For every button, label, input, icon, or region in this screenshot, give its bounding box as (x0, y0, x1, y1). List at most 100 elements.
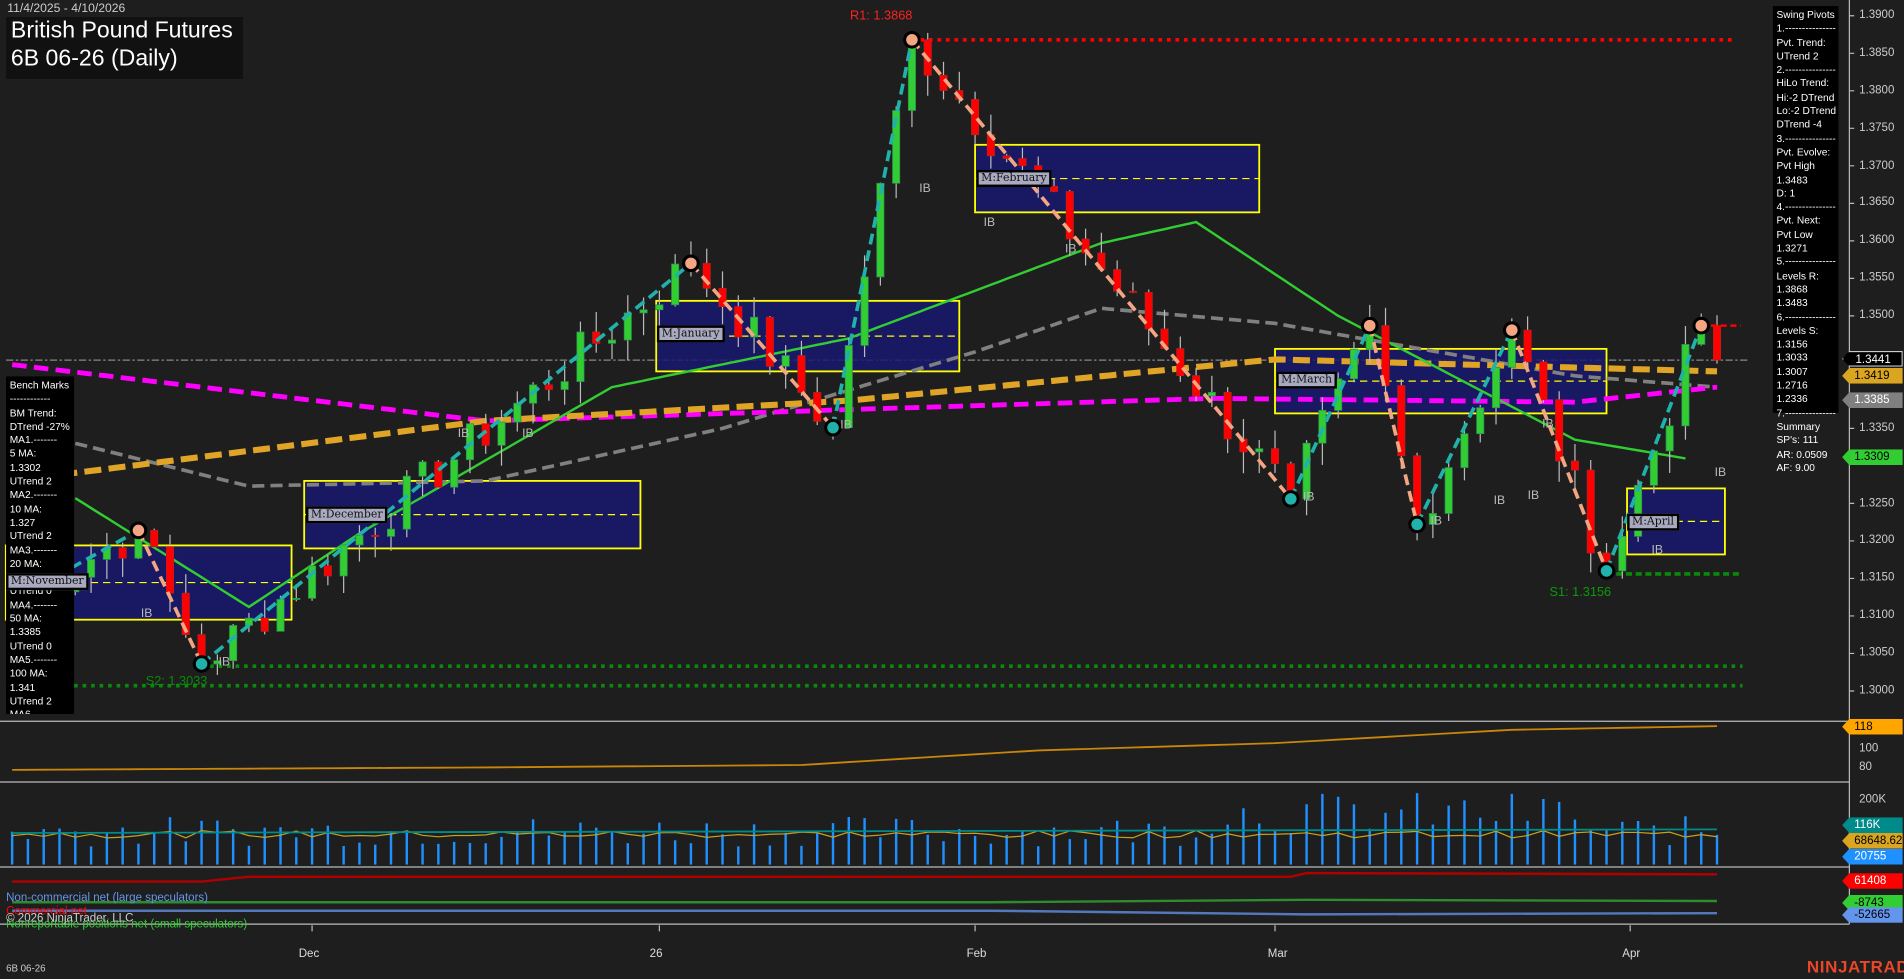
pivot-high-marker (129, 521, 148, 540)
instrument-footer: 6B 06-26 (6, 962, 46, 974)
copyright: © 2026 NinjaTrader, LLC (6, 911, 134, 926)
ind-axis-label: 80 (1859, 760, 1872, 774)
candle-up (639, 309, 648, 314)
swing_pivots-line: Levels R: (1776, 269, 1819, 282)
ib-label: IB (218, 655, 231, 670)
ib-label: IB (457, 427, 470, 441)
ib-label: IB (1493, 494, 1506, 508)
bench_marks-line: MA2.------- (9, 488, 58, 501)
pivot-high-marker (1692, 316, 1711, 335)
swing_pivots-line: 3.--------------- (1776, 131, 1836, 145)
swing_pivots-line: Pvt. Evolve: (1776, 145, 1831, 158)
ib-label: IB (919, 182, 931, 196)
swing_pivots-line: 5.--------------- (1776, 255, 1836, 268)
price-tick-label: 1.3600 (1859, 233, 1895, 247)
pivot-high-marker (682, 254, 700, 273)
bench_marks-line: UTrend 2 (9, 694, 52, 707)
price-tick-label: 1.3250 (1859, 496, 1895, 510)
bench_marks-line: MA4.------- (9, 598, 58, 611)
month-label-december: M:December (306, 506, 388, 524)
candle-up (1255, 448, 1264, 453)
candle-down (797, 355, 806, 393)
candle-up (402, 475, 411, 530)
price-chart[interactable] (0, 0, 1904, 979)
chart-subtitle: 6B 06-26 (Daily) (10, 46, 178, 72)
candle-up (876, 182, 885, 278)
last-price-badge: 1.3441 (1842, 350, 1903, 367)
swing_pivots-line: 6.--------------- (1776, 310, 1836, 323)
swing_pivots-line: 1.3868 (1776, 282, 1808, 295)
bench_marks-line: UTrend 2 (9, 474, 52, 488)
price-tick-label: 1.3700 (1859, 158, 1895, 172)
candle-down (371, 534, 380, 537)
ib-label: IB (1302, 490, 1315, 504)
bench_marks-line: UTrend 2 (9, 529, 52, 542)
bench_marks-line: 1.341 (9, 680, 36, 693)
swing_pivots-line: DTrend -4 (1776, 118, 1822, 131)
swing_pivots-line: 1.--------------- (1776, 22, 1836, 35)
swing_pivots-line: 1.2336 (1776, 392, 1808, 405)
candle-up (560, 381, 569, 390)
candle-up (513, 402, 522, 423)
candle-up (1476, 407, 1485, 435)
candle-down (1523, 329, 1532, 363)
cot-commercial-badge: 61408 (1842, 873, 1903, 889)
swing-pivots-panel: Swing Pivots 1.--------------- Pvt. Trend:… (1772, 6, 1839, 473)
bench_marks-line: 1.327 (9, 516, 36, 529)
month-label-january: M:January (656, 325, 725, 343)
volume-bars (10, 793, 1719, 865)
price-tick-label: 1.3350 (1859, 421, 1895, 435)
x-tick-feb: Feb (966, 947, 987, 961)
candle-up (355, 534, 364, 546)
candle-down (1539, 361, 1548, 401)
swing_pivots-line: Levels S: (1776, 324, 1819, 337)
x-tick-mar: Mar (1267, 947, 1288, 961)
price-tick-label: 1.3800 (1859, 83, 1895, 97)
swing_pivots-line: Swing Pivots (1776, 8, 1835, 21)
bench-marks-panel: Bench Marks ------------ BM Trend: DTrend -… (6, 376, 75, 715)
ib-label: IB (1714, 466, 1727, 480)
bench_marks-line: UTrend 0 (9, 639, 52, 652)
candle-up (671, 263, 680, 306)
s1-label: S1: 1.3156 (1549, 585, 1612, 600)
candle-up (418, 461, 427, 477)
volume-avg-badge: 68648.62 (1842, 833, 1903, 849)
candle-up (497, 421, 506, 446)
swing_pivots-line: 1.3007 (1776, 365, 1808, 378)
swing_pivots-line: UTrend 2 (1776, 49, 1819, 62)
candle-down (1555, 399, 1564, 462)
ib-label: IB (1430, 514, 1442, 529)
candle-down (971, 99, 980, 136)
zigzag-up-leg (200, 261, 693, 666)
price-tick-label: 1.3200 (1859, 533, 1895, 547)
candle-down (165, 546, 175, 594)
candle-down (1223, 391, 1232, 440)
pivot-low-marker (824, 418, 842, 437)
cot-large-speculators-line (12, 909, 1718, 916)
bench_marks-line: MA3.------- (9, 543, 58, 556)
swing_pivots-line: Summary (1776, 420, 1821, 433)
swing_pivots-line: 1.3156 (1776, 337, 1808, 350)
legend-large-speculators: Non-commercial net (large speculators) (6, 891, 209, 905)
candle-down (1713, 325, 1722, 361)
swing_pivots-line: Hi:-2 DTrend (1776, 90, 1835, 103)
price-tick-label: 1.3850 (1859, 45, 1895, 60)
ib-label: IB (1527, 489, 1540, 503)
bench_marks-line: 100 MA: (9, 666, 48, 680)
candle-up (608, 339, 617, 344)
bench_marks-line: MA5.------- (9, 653, 58, 666)
bench_marks-line: Bench Marks (9, 378, 70, 392)
candle-up (1618, 535, 1627, 572)
date-range: 11/4/2025 - 4/10/2026 (7, 2, 126, 16)
candle-down (260, 617, 269, 632)
month-label-april: M:April (1627, 513, 1679, 531)
ib-label: IB (522, 427, 534, 441)
candle-up (1207, 391, 1216, 397)
indicator-badge: 118 (1842, 718, 1903, 735)
candle-up (87, 559, 96, 578)
zigzag-down-leg (910, 38, 1293, 501)
swing_pivots-line: Pvt Low (1776, 227, 1813, 241)
pivot-high-marker (1502, 321, 1521, 339)
candle-up (276, 599, 285, 632)
price-tick-label: 1.3500 (1859, 308, 1895, 322)
